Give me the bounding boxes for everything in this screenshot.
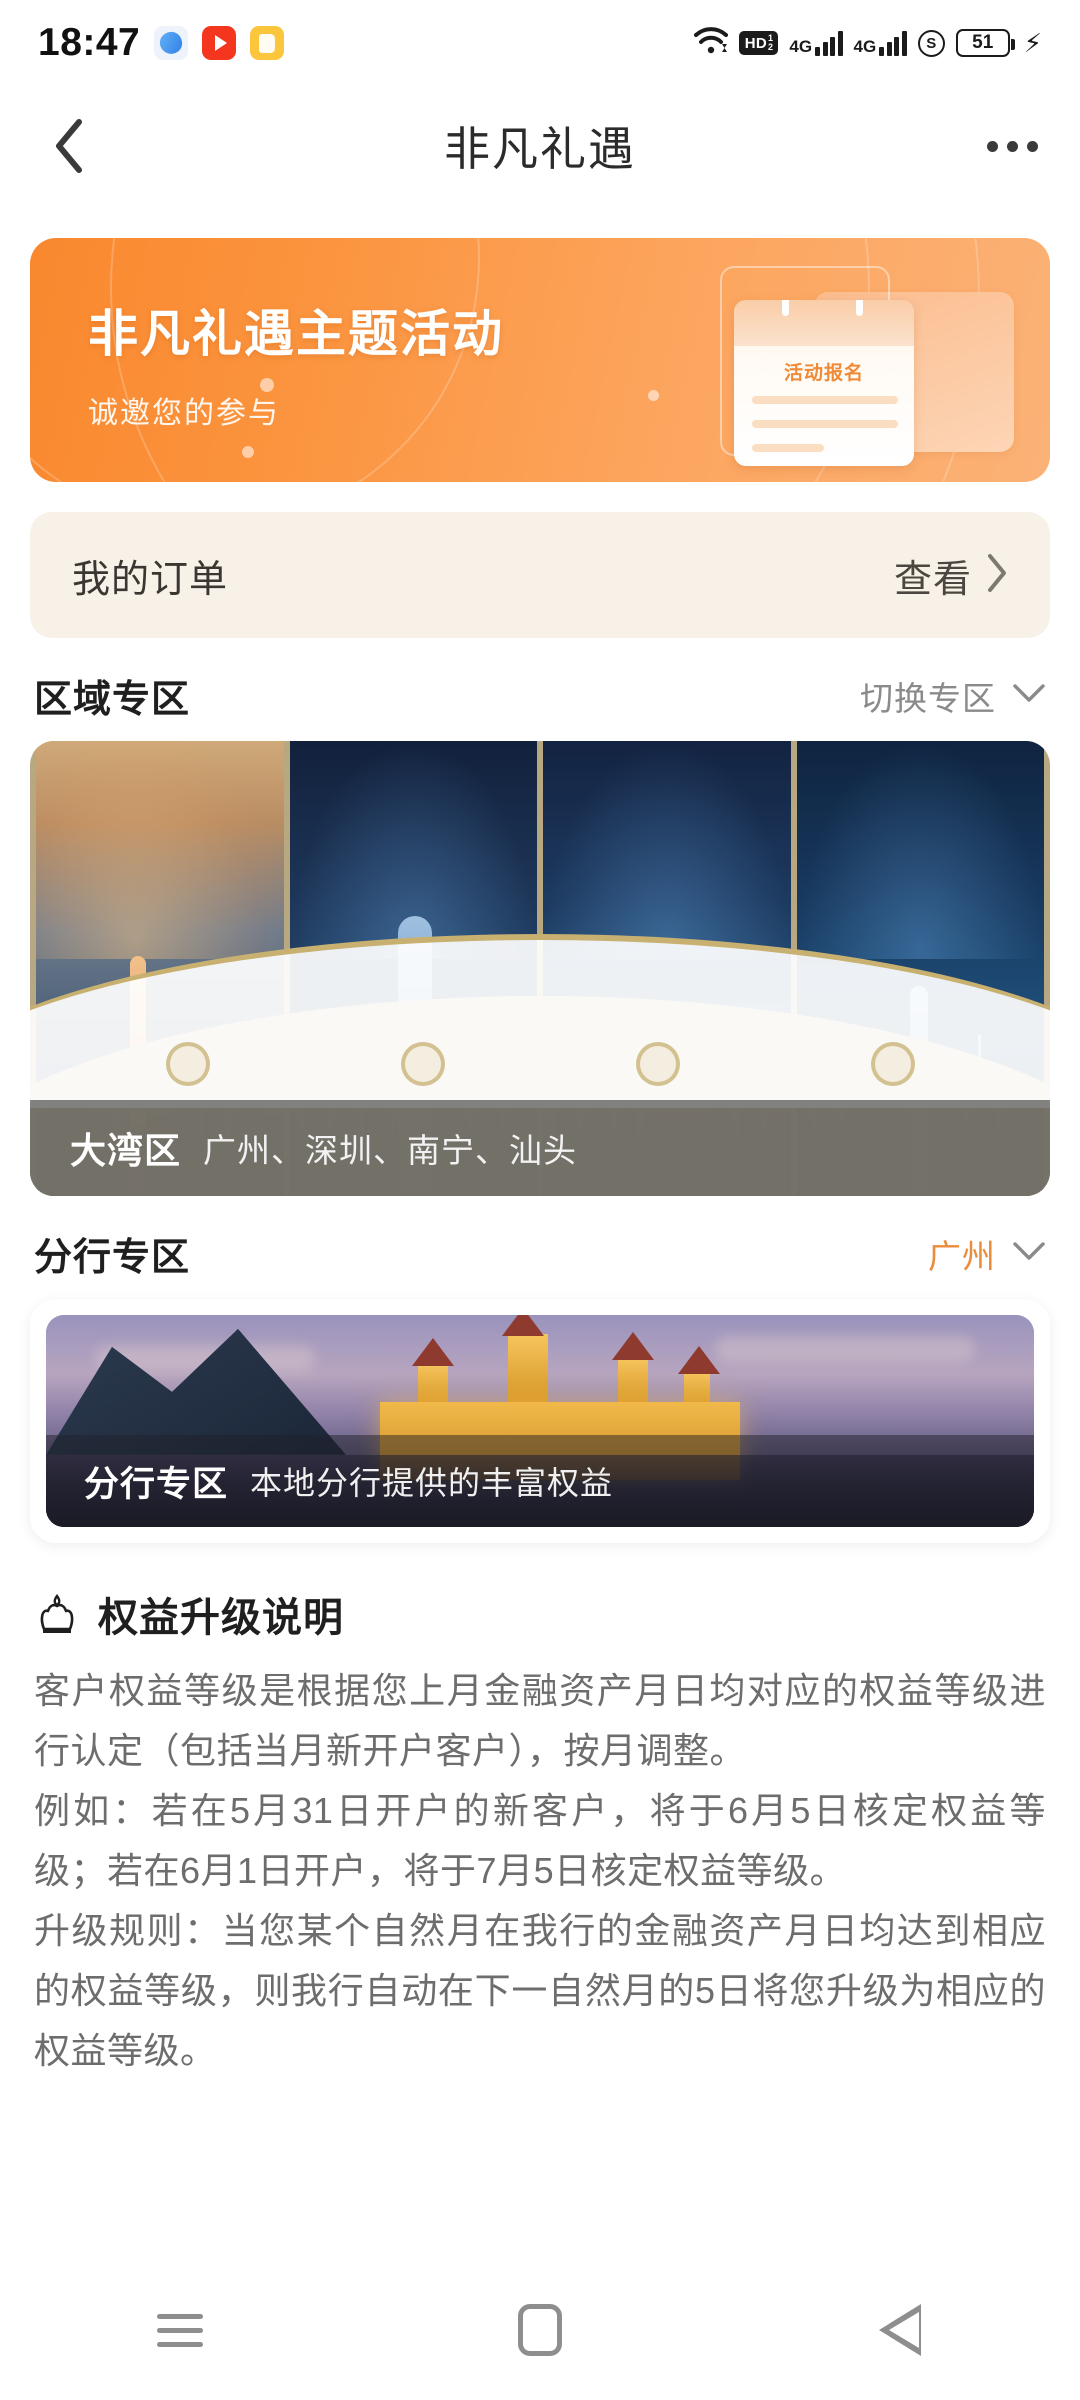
status-time: 18:47 <box>38 21 141 64</box>
recents-button[interactable] <box>0 2313 360 2347</box>
wifi-icon <box>693 27 728 59</box>
security-shield-icon: S <box>917 29 945 57</box>
promo-banner-subtitle: 诚邀您的参与 <box>88 397 280 430</box>
branch-card[interactable]: 分行专区 本地分行提供的丰富权益 <box>46 1315 1034 1527</box>
more-options-button[interactable] <box>987 140 1038 152</box>
back-button[interactable] <box>42 119 96 173</box>
clipboard-line <box>752 396 898 404</box>
region-card-footer: 大湾区 广州、深圳、南宁、汕头 <box>30 1100 1050 1196</box>
promo-banner-title: 非凡礼遇主题活动 <box>88 306 504 362</box>
branch-section-header: 分行专区 广州 <box>0 1196 1080 1299</box>
my-order-action-group[interactable]: 查看 <box>894 548 1008 603</box>
clipboard-line <box>752 444 824 452</box>
region-section-title: 区域专区 <box>34 679 191 721</box>
branch-section: 分行专区 本地分行提供的丰富权益 <box>0 1299 1080 1543</box>
signal-icon-sim1: 4G <box>789 30 843 56</box>
home-button[interactable] <box>360 2304 720 2356</box>
region-carousel-section: 大湾区 广州、深圳、南宁、汕头 <box>0 741 1080 1196</box>
menu-icon <box>157 2313 203 2347</box>
branch-section-title: 分行专区 <box>34 1237 191 1279</box>
switch-region-button[interactable]: 切换专区 <box>860 672 1046 720</box>
hd-volte-icon: HD 1 2 <box>738 31 779 55</box>
region-name: 大湾区 <box>70 1130 182 1171</box>
explanation-paragraph: 升级规则：当您某个自然月在我行的金融资产月日均达到相应的权益等级，则我行自动在下… <box>34 1910 1046 2071</box>
branch-card-container: 分行专区 本地分行提供的丰富权益 <box>30 1299 1050 1543</box>
signal-icon-sim2: 4G <box>854 30 907 56</box>
branch-card-overlay: 分行专区 本地分行提供的丰富权益 <box>46 1435 1034 1527</box>
clipboard-line <box>752 420 898 428</box>
explanation-body: 客户权益等级是根据您上月金融资产月日均对应的权益等级进行认定（包括当月新开户客户… <box>34 1661 1046 2081</box>
status-bar-right: HD 1 2 4G 4G S 51 ⚡ <box>693 27 1042 59</box>
my-order-title: 我的订单 <box>72 558 229 601</box>
my-order-card[interactable]: 我的订单 查看 <box>30 512 1050 638</box>
clipboard-label: 活动报名 <box>783 363 864 384</box>
chevron-right-icon <box>986 553 1008 598</box>
explanation-paragraph: 客户权益等级是根据您上月金融资产月日均对应的权益等级进行认定（包括当月新开户客户… <box>34 1670 1046 1771</box>
page-title: 非凡礼遇 <box>444 123 636 175</box>
notes-icon <box>250 26 285 60</box>
system-back-button[interactable] <box>720 2304 1080 2356</box>
promo-banner-section: 非凡礼遇主题活动 诚邀您的参与 活动报名 <box>0 206 1080 482</box>
crown-icon <box>34 1591 80 1637</box>
explanation-title: 权益升级说明 <box>98 1596 344 1640</box>
decorative-dot <box>242 446 254 458</box>
region-carousel-card[interactable]: 大湾区 广州、深圳、南宁、汕头 <box>30 741 1050 1196</box>
status-bar: 18:47 HD 1 2 4G 4G S 51 ⚡ <box>0 0 1080 86</box>
my-order-section: 我的订单 查看 <box>0 482 1080 638</box>
chevron-down-icon <box>1012 1240 1046 1267</box>
video-player-icon <box>202 26 237 60</box>
explanation-paragraph: 例如：若在5月31日开户的新客户，将于6月5日核定权益等级；若在6月1日开户，将… <box>34 1790 1046 1891</box>
clipboard-illustration: 活动报名 <box>714 266 1014 466</box>
clipboard-ring <box>856 300 863 316</box>
chevron-down-icon <box>1012 682 1046 709</box>
decorative-dot <box>648 390 659 401</box>
promo-banner-text: 非凡礼遇主题活动 诚邀您的参与 <box>88 294 504 432</box>
region-section-header: 区域专区 切换专区 <box>0 638 1080 741</box>
explanation-header: 权益升级说明 <box>34 1585 1046 1643</box>
page-content: 非凡礼遇主题活动 诚邀您的参与 活动报名 我的订单 查看 区域专区 切换专区 大… <box>0 206 1080 2260</box>
branch-card-description: 本地分行提供的丰富权益 <box>250 1465 614 1501</box>
branch-card-name: 分行专区 <box>84 1464 229 1504</box>
messenger-icon <box>154 26 189 60</box>
region-city-list: 广州、深圳、南宁、汕头 <box>203 1132 578 1169</box>
home-icon <box>518 2304 562 2356</box>
branch-selected-city: 广州 <box>928 1237 996 1275</box>
cloud <box>714 1336 975 1363</box>
system-navigation-bar <box>0 2260 1080 2400</box>
status-bar-left: 18:47 <box>38 21 285 65</box>
battery-icon: 51 <box>955 29 1015 57</box>
clipboard-header-band <box>734 300 914 346</box>
promo-banner[interactable]: 非凡礼遇主题活动 诚邀您的参与 活动报名 <box>30 238 1050 482</box>
explanation-section: 权益升级说明 客户权益等级是根据您上月金融资产月日均对应的权益等级进行认定（包括… <box>0 1543 1080 2081</box>
back-triangle-icon <box>879 2304 921 2356</box>
charging-bolt-icon: ⚡ <box>1023 28 1042 58</box>
clipboard-ring <box>782 300 789 316</box>
my-order-view-label: 查看 <box>893 558 972 601</box>
clipboard-front-sheet: 活动报名 <box>734 300 914 466</box>
app-header: 非凡礼遇 <box>0 86 1080 206</box>
switch-region-label: 切换专区 <box>860 679 996 717</box>
branch-city-selector[interactable]: 广州 <box>928 1230 1046 1278</box>
